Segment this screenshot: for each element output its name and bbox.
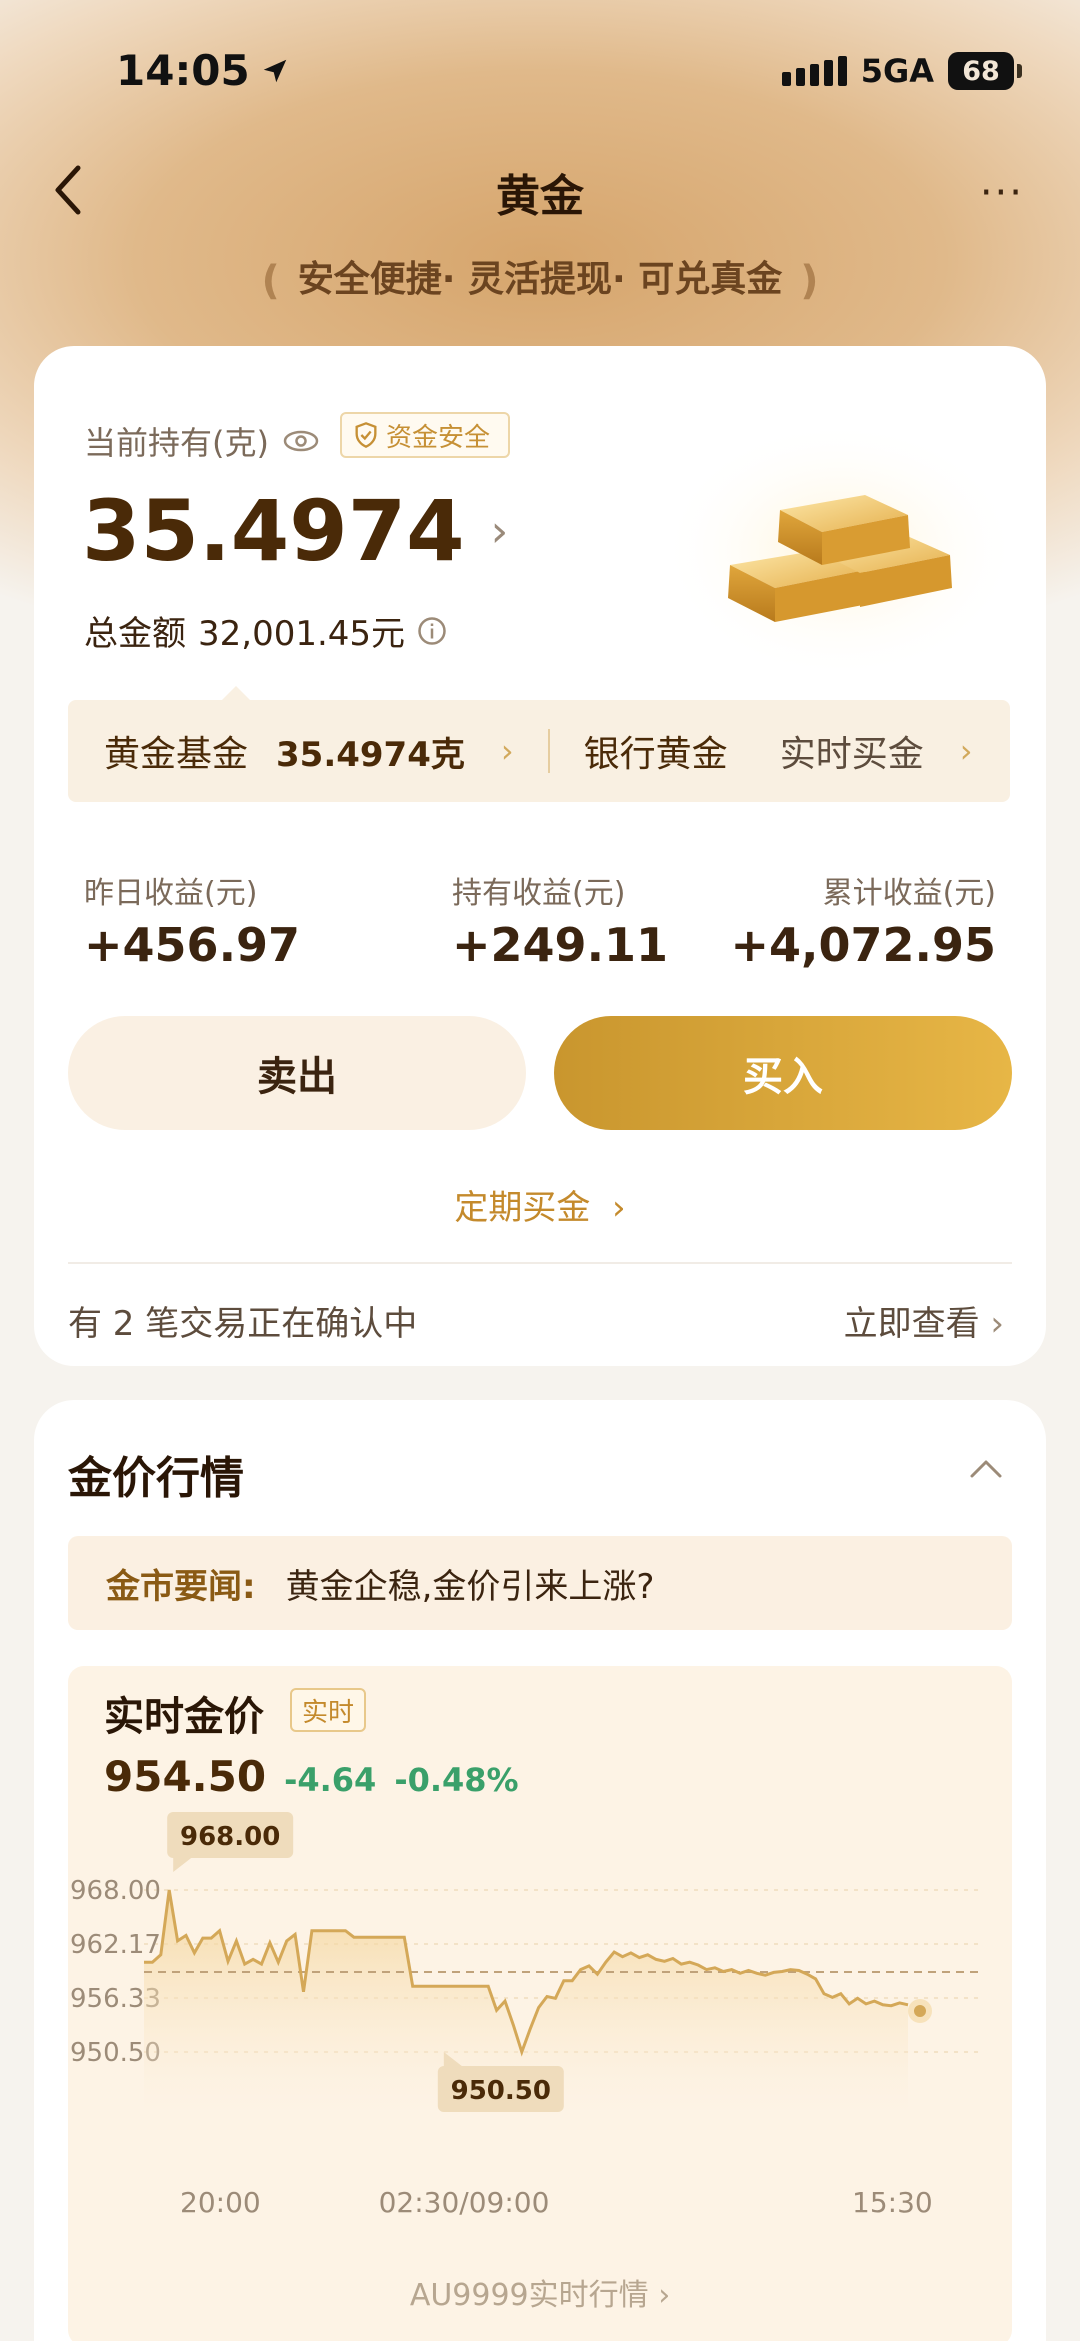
x-axis-ticks: 20:00 02:30/09:00 15:30 [180, 2186, 933, 2219]
y-tick-label: 968.00 [70, 1876, 161, 1906]
gold-fund-label: 黄金基金 [104, 734, 249, 775]
holding-amount[interactable]: 35.4974 › [82, 482, 508, 580]
chevron-right-icon: › [658, 2278, 671, 2313]
info-icon[interactable] [417, 616, 447, 646]
bank-gold-label: 银行黄金 [583, 734, 728, 775]
x-tick-label: 20:00 [180, 2186, 261, 2219]
location-arrow-icon [263, 59, 286, 82]
fund-safety-badge[interactable]: 资金安全 [340, 412, 511, 458]
au9999-market-link[interactable]: AU9999实时行情 › [0, 2270, 1080, 2314]
current-price: 954.50 [104, 1752, 267, 1801]
holding-label-text: 当前持有(克) [84, 424, 269, 462]
stat-cumulative: 累计收益(元) +4,072.95 [730, 868, 996, 972]
buy-button[interactable]: 买入 [554, 1016, 1012, 1130]
gold-fund-entry[interactable]: 黄金基金 35.4974克 › [68, 725, 514, 777]
label-arrow [173, 1858, 192, 1872]
divider [68, 1262, 1012, 1264]
max-price-label: 968.00 [167, 1812, 294, 1872]
bank-gold-entry[interactable]: 银行黄金 实时买金 › [584, 725, 973, 777]
gold-bars-illustration [660, 420, 1020, 680]
chevron-right-icon: › [490, 505, 509, 557]
news-text: 黄金企稳,金价引来上涨? [285, 1566, 655, 1607]
stat-value: +4,072.95 [730, 918, 996, 972]
stat-holding: 持有收益(元) +249.11 [452, 868, 668, 972]
holding-amount-value: 35.4974 [82, 482, 465, 580]
network-type: 5GA [860, 52, 934, 90]
stat-value: +249.11 [452, 918, 669, 972]
scheduled-buy-text: 定期买金 [454, 1188, 591, 1228]
current-price-dot [908, 1998, 932, 2023]
strip-divider [547, 729, 550, 773]
au9999-link-text: AU9999实时行情 [409, 2278, 649, 2313]
stat-label: 累计收益(元) [822, 876, 996, 911]
chevron-right-icon: › [601, 1188, 626, 1228]
total-value: 32,001.45元 [198, 614, 406, 654]
status-indicators: 5GA 68 [781, 52, 1022, 90]
chevron-right-icon: › [959, 732, 973, 770]
label-text: 968.00 [180, 1822, 280, 1852]
realtime-badge: 实时 [290, 1688, 367, 1732]
status-time: 14:05 [116, 46, 290, 95]
total-label: 总金额 [84, 614, 186, 654]
gold-price-chart[interactable]: 968.00962.17956.33950.50 968.00 950.50 2… [68, 1810, 1012, 2310]
sell-button[interactable]: 卖出 [68, 1016, 526, 1130]
stat-label: 持有收益(元) [452, 876, 626, 911]
price-row: 954.50 -4.64 -0.48% [104, 1752, 519, 1801]
slogan-text: 安全便捷· 灵活提现· 可兑真金 [297, 259, 783, 300]
clock-text: 14:05 [116, 46, 250, 95]
chevron-up-icon[interactable] [968, 1452, 1004, 1488]
x-tick-label: 02:30/09:00 [379, 2186, 550, 2219]
price-change-pct: -0.48% [394, 1761, 519, 1799]
view-now-text: 立即查看 [843, 1304, 980, 1344]
shield-check-icon [355, 422, 377, 448]
news-label: 金市要闻: [106, 1566, 256, 1607]
total-amount: 总金额 32,001.45元 [84, 606, 447, 655]
battery-icon: 68 [948, 52, 1022, 90]
x-tick-label: 15:30 [852, 2186, 933, 2219]
signal-icon [781, 56, 847, 86]
realtime-buy-link: 实时买金 [779, 734, 924, 775]
chevron-right-icon: › [990, 1304, 1004, 1344]
price-change: -4.64 [284, 1761, 377, 1799]
y-tick-label: 962.17 [70, 1930, 161, 1960]
pending-transactions-text: 有 2 笔交易正在确认中 [68, 1304, 418, 1344]
market-news-banner[interactable]: 金市要闻: 黄金企稳,金价引来上涨? [68, 1536, 1012, 1630]
label-text: 950.50 [451, 2076, 551, 2106]
fund-strip: 黄金基金 35.4974克 › 银行黄金 实时买金 › [68, 686, 1010, 802]
realtime-price-title: 实时金价 [104, 1694, 264, 1740]
view-now-link[interactable]: 立即查看 › [844, 1296, 1004, 1345]
laurel-right-icon: ) [800, 258, 819, 304]
more-menu-icon[interactable]: ··· [980, 170, 1024, 216]
gold-fund-value: 35.4974克 [276, 734, 465, 775]
safe-badge-text: 资金安全 [386, 422, 491, 453]
stat-label: 昨日收益(元) [84, 876, 258, 911]
scheduled-buy-link[interactable]: 定期买金 › [0, 1180, 1080, 1229]
chevron-right-icon: › [500, 732, 514, 770]
holding-label: 当前持有(克) [84, 418, 319, 464]
slogan: ( 安全便捷· 灵活提现· 可兑真金) [0, 250, 1080, 304]
laurel-left-icon: ( [261, 258, 280, 304]
page-title: 黄金 [496, 171, 584, 222]
eye-icon[interactable] [283, 429, 319, 453]
market-section-title: 金价行情 [68, 1453, 244, 1504]
stat-value: +456.97 [84, 918, 301, 972]
stat-yesterday: 昨日收益(元) +456.97 [84, 868, 300, 972]
